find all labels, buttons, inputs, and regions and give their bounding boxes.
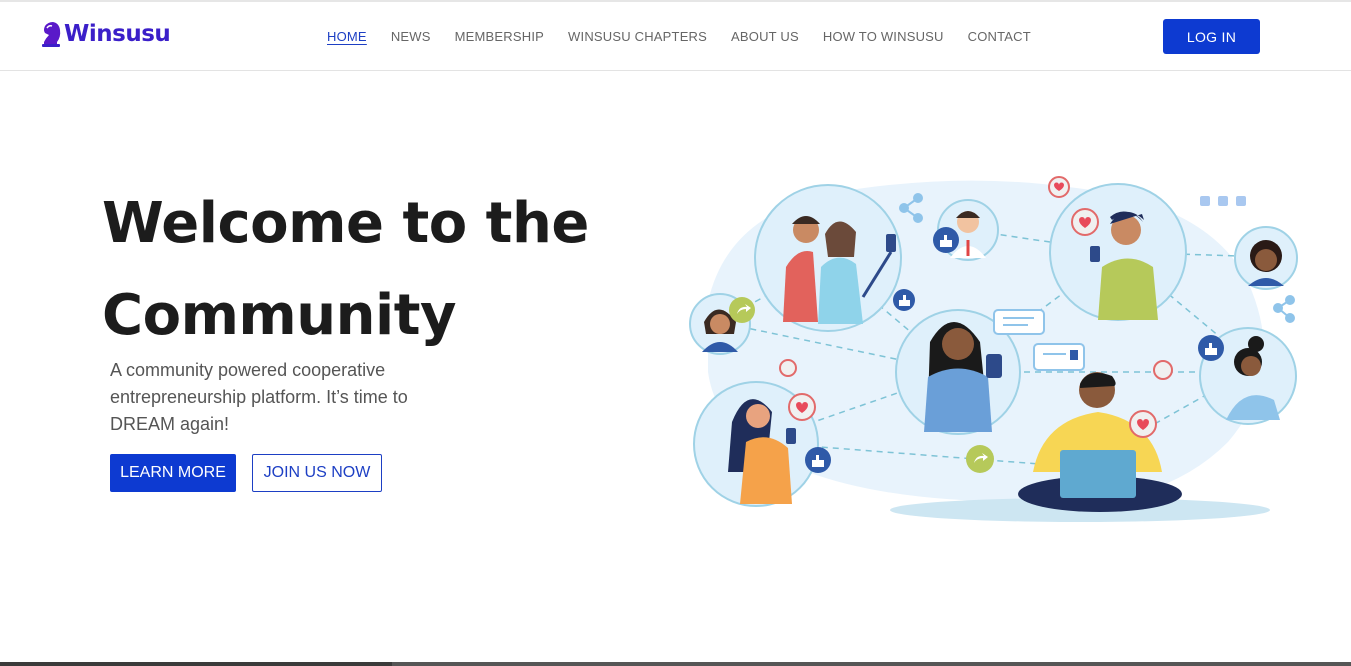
nav-item-about-us[interactable]: ABOUT US [731,29,799,44]
login-button[interactable]: LOG IN [1163,19,1260,54]
bottom-bar-segment [392,662,1351,666]
site-header: Winsusu HOME NEWS MEMBERSHIP WINSUSU CHA… [0,0,1351,71]
learn-more-button[interactable]: LEARN MORE [110,454,236,492]
nav-item-contact[interactable]: CONTACT [968,29,1031,44]
hero-subtitle: A community powered cooperative entrepre… [110,360,408,434]
join-us-now-button[interactable]: JOIN US NOW [252,454,382,492]
nav-item-winsusu-chapters[interactable]: WINSUSU CHAPTERS [568,29,707,44]
nav-item-membership[interactable]: MEMBERSHIP [455,29,544,44]
main-nav: HOME NEWS MEMBERSHIP WINSUSU CHAPTERS AB… [327,29,1055,44]
brand-name: Winsusu [64,21,171,47]
community-illustration [689,176,1298,522]
hero-title-line-2: Community [102,283,456,348]
nav-item-news[interactable]: NEWS [391,29,431,44]
hero-title: Welcome to the Community [102,178,662,362]
logo[interactable]: Winsusu [40,20,171,48]
nav-item-home[interactable]: HOME [327,29,367,44]
knight-chess-icon [42,22,61,47]
nav-item-how-to-winsusu[interactable]: HOW TO WINSUSU [823,29,944,44]
hero-title-line-1: Welcome to the [102,191,589,256]
browser-bottom-bar [0,662,1351,666]
